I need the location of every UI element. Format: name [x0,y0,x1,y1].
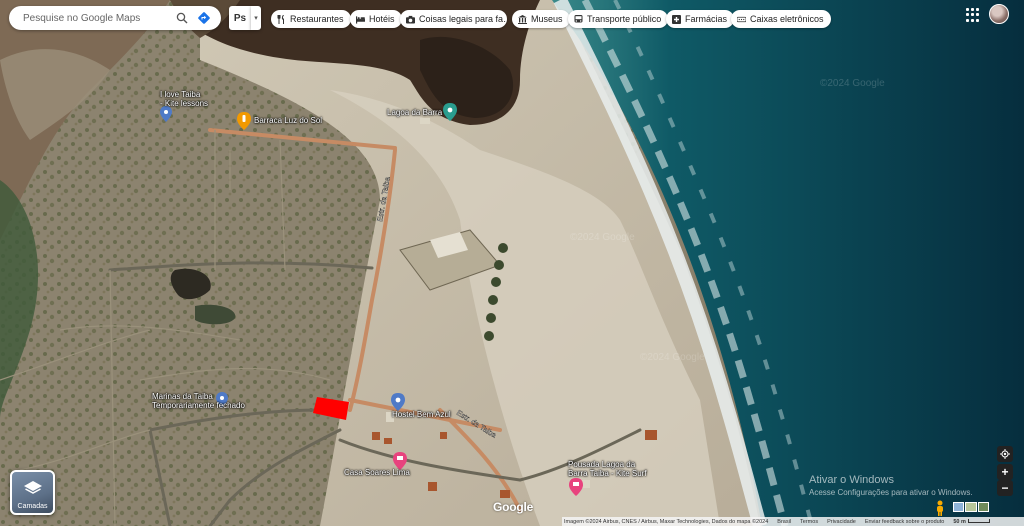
chip-label: Hotéis [369,14,395,24]
scale-value: 50 m [953,518,966,525]
map-thumbnail-default[interactable] [953,502,965,512]
windows-activation-watermark: Ativar o Windows Acesse Configurações pa… [809,474,973,497]
attribution-bar: Imagem ©2024 Airbus, CNES / Airbus, Maxa… [562,517,1024,526]
place-label-lagoa[interactable]: Lagoa da Barra [387,108,442,117]
search-input[interactable] [23,12,169,24]
chip-label: Farmácias [685,14,728,24]
watermark-1: ©2024 Google [820,78,885,89]
place-label-line: - Kite lessons [160,99,209,108]
place-label-marinas[interactable]: Marinas da Taiba Temporariamente fechado [152,392,245,410]
place-label-ilove-taiba[interactable]: I love Taiba - Kite lessons [160,90,208,108]
bed-icon [356,15,365,24]
map-thumbnail-terrain[interactable] [965,502,977,512]
apps-grid-icon[interactable] [966,8,980,22]
layers-label: Camadas [17,503,48,510]
place-label-line: Marinas da Taiba [152,392,213,401]
pharmacy-icon [672,14,681,24]
scale-label[interactable]: 50 m [953,518,999,525]
chip-label: Restaurantes [290,14,344,24]
satellite-map[interactable]: ©2024 Google ©2024 Google ©2024 Google E… [0,0,1024,526]
map-thumbnail-satellite[interactable] [977,502,989,512]
directions-icon[interactable] [195,9,213,27]
place-label-line: Barra Taiba - Kite Surf [568,469,647,478]
chip-hotels[interactable]: Hotéis [350,10,402,28]
zoom-out-button[interactable]: − [997,480,1013,496]
chip-label: Caixas eletrônicos [750,14,824,24]
zoom-in-button[interactable]: + [997,464,1013,480]
chip-transit[interactable]: Transporte público [568,10,669,28]
layers-icon [24,481,42,494]
privacy-link[interactable]: Privacidade [827,519,856,525]
search-box[interactable] [9,6,221,30]
map-type-thumbnails[interactable] [953,502,989,512]
feedback-link[interactable]: Enviar feedback sobre o produto [865,519,945,525]
bus-icon [574,14,583,24]
place-label-line: I love Taiba [160,90,201,99]
chip-label: Transporte público [587,14,662,24]
search-icon[interactable] [173,9,191,27]
chip-label: Museus [531,14,563,24]
activation-title: Ativar o Windows [809,474,894,486]
atm-icon [737,15,746,24]
my-location-icon[interactable] [997,446,1013,462]
country-link[interactable]: Brasil [777,519,791,525]
watermark-3: ©2024 Google [640,352,705,363]
chip-label: Coisas legais para fa… [419,14,507,24]
place-label-casa-soares[interactable]: Casa Soares Lima [344,468,410,477]
account-avatar[interactable] [989,4,1009,24]
museum-icon [518,14,527,24]
chip-museums[interactable]: Museus [512,10,570,28]
camera-icon [406,15,415,24]
activation-subtitle: Acesse Configurações para ativar o Windo… [809,488,973,497]
ps-button[interactable]: Ps [229,6,251,30]
imagery-credit: Imagem ©2024 Airbus, CNES / Airbus, Maxa… [564,518,769,525]
ps-dropdown-chevron-icon[interactable]: ▾ [251,6,261,30]
scale-bar [967,518,990,523]
place-label-barraca[interactable]: Barraca Luz do Sol [254,116,322,125]
chip-pharmacies[interactable]: Farmácias [666,10,735,28]
place-label-line: Pousada Lagoa da [568,460,636,469]
place-label-pousada[interactable]: Pousada Lagoa da Barra Taiba - Kite Surf [568,460,647,478]
watermark-2: ©2024 Google [570,232,635,243]
chip-atms[interactable]: Caixas eletrônicos [731,10,831,28]
google-logo: Google [493,500,534,514]
chip-restaurants[interactable]: Restaurantes [271,10,351,28]
place-label-bem-azul[interactable]: Hostel Bem Azul [392,410,451,419]
layers-button[interactable]: Camadas [10,470,55,515]
pegman-icon[interactable] [933,500,947,516]
terms-link[interactable]: Termos [800,519,818,525]
chip-things-to-do[interactable]: Coisas legais para fa… [400,10,507,28]
place-label-status: Temporariamente fechado [152,401,245,410]
fork-knife-icon [277,14,286,24]
